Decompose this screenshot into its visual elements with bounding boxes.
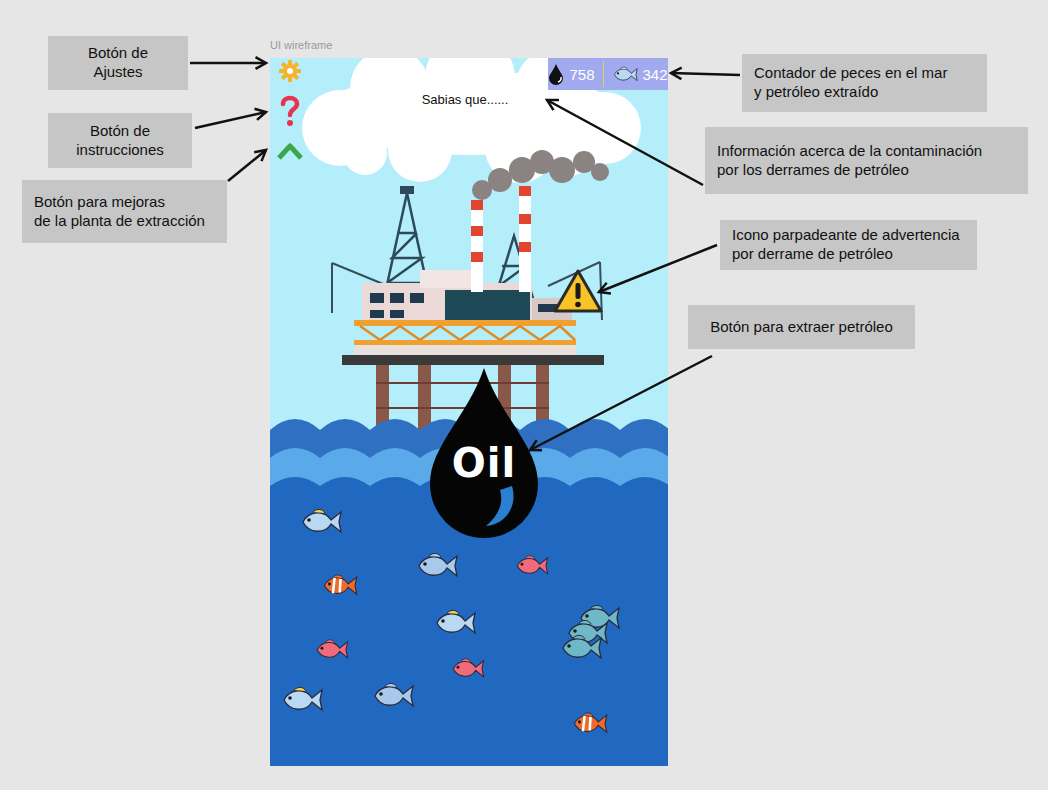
side-toolbar xyxy=(277,60,303,162)
annotation-line: Botón de xyxy=(56,44,180,63)
annotation-line: Ajustes xyxy=(56,63,180,82)
annotation-line: Botón para mejoras xyxy=(34,193,219,212)
fish-icon xyxy=(514,553,551,579)
canvas-label: UI wireframe xyxy=(270,39,332,51)
fish-icon xyxy=(371,680,417,712)
resource-counter: 758 342 xyxy=(548,58,668,90)
fish-icon xyxy=(559,632,605,664)
oil-button-label: Oil xyxy=(428,440,540,486)
oil-drop-icon xyxy=(548,63,564,85)
fish-icon xyxy=(571,710,610,737)
fish-icon xyxy=(299,506,345,538)
annotation-arrows xyxy=(0,0,1048,790)
annotation-box: Botón para mejorasde la planta de extrac… xyxy=(22,180,227,243)
fish-icon xyxy=(321,572,360,599)
annotation-box: Botón deinstrucciones xyxy=(48,113,192,168)
annotation-line: de la planta de extracción xyxy=(34,212,219,231)
annotation-box: Icono parpadeante de advertenciapor derr… xyxy=(720,220,977,270)
fish-icon xyxy=(612,65,638,83)
oil-count: 758 xyxy=(569,66,594,83)
annotation-line: Botón de xyxy=(56,122,184,141)
fish-icon xyxy=(450,656,487,682)
upgrades-button[interactable] xyxy=(277,140,303,162)
fish-icon xyxy=(280,684,326,716)
annotation-line: por derrame de petróleo xyxy=(732,245,969,264)
annotation-line: Botón para extraer petróleo xyxy=(696,318,907,337)
annotation-box: Información acerca de la contaminaciónpo… xyxy=(705,127,1028,194)
annotation-line: Información acerca de la contaminación xyxy=(717,142,1020,161)
settings-button[interactable] xyxy=(279,60,301,82)
annotation-line: instrucciones xyxy=(56,141,184,160)
warning-icon xyxy=(553,268,603,314)
annotation-box: Botón para extraer petróleo xyxy=(688,305,915,349)
annotation-line: y petróleo extraído xyxy=(754,83,979,102)
game-screen: Sabias que...... 758 342 Oil xyxy=(270,58,668,766)
fish-count: 342 xyxy=(643,66,668,83)
annotation-box: Botón deAjustes xyxy=(48,36,188,90)
instructions-button[interactable] xyxy=(278,94,302,128)
fish-icon xyxy=(415,550,461,582)
annotation-line: por los derrames de petróleo xyxy=(717,161,1020,180)
annotation-line: Contador de peces en el mar xyxy=(754,64,979,83)
annotation-line: Icono parpadeante de advertencia xyxy=(732,226,969,245)
extract-oil-button[interactable]: Oil xyxy=(428,366,540,538)
fish-icon xyxy=(433,607,479,639)
annotation-box: Contador de peces en el mary petróleo ex… xyxy=(742,54,987,112)
fact-text: Sabias que...... xyxy=(370,92,560,107)
counter-divider xyxy=(603,61,604,87)
fish-icon xyxy=(314,637,351,663)
